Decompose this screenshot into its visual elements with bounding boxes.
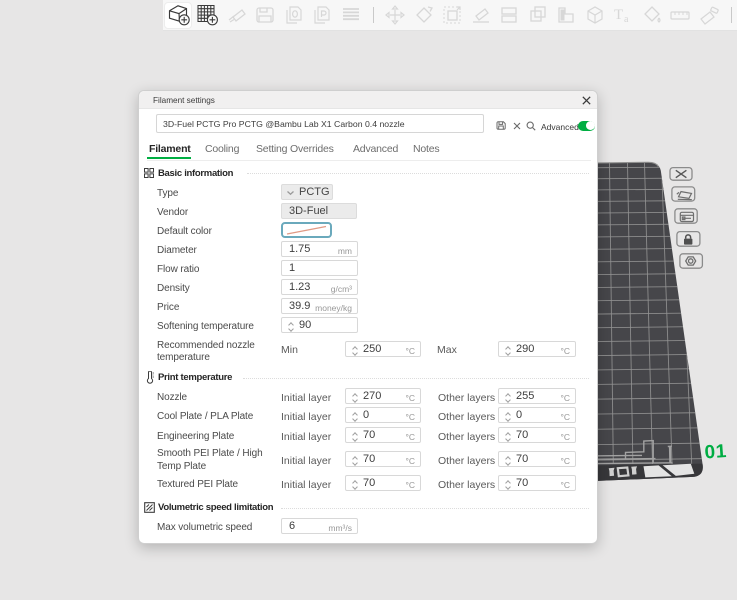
svg-text:01: 01 [704, 441, 728, 464]
svg-text:T: T [614, 7, 623, 23]
svg-text:a: a [624, 14, 629, 25]
